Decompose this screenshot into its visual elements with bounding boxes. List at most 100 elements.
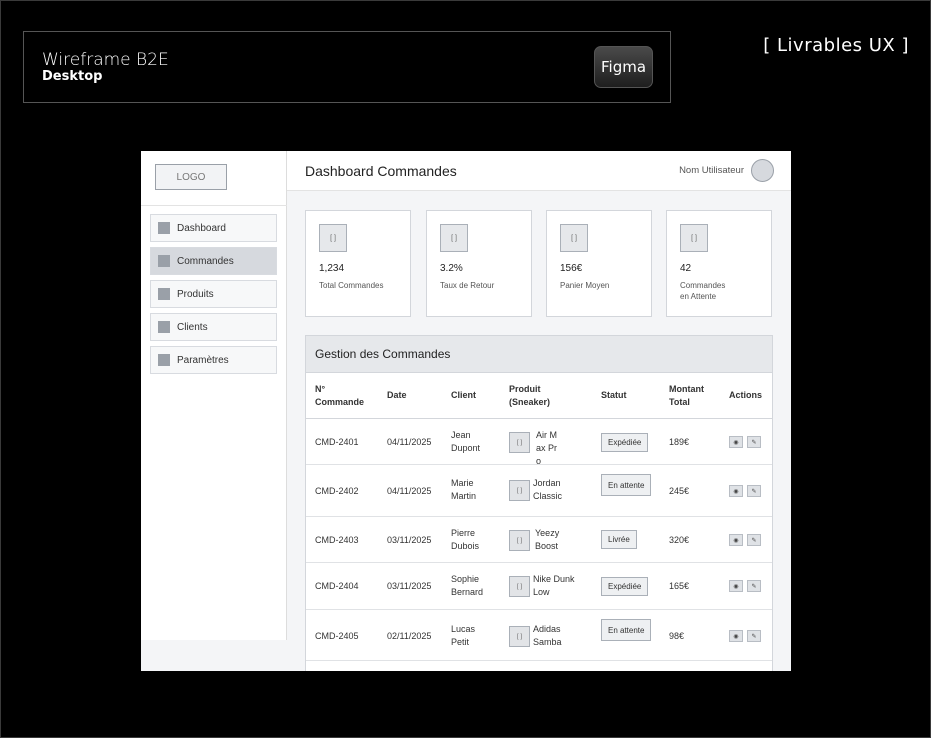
eye-icon[interactable]: ◉ bbox=[729, 534, 743, 546]
eye-icon[interactable]: ◉ bbox=[729, 630, 743, 642]
order-id: CMD-2402 bbox=[315, 486, 359, 496]
avatar[interactable] bbox=[751, 159, 774, 182]
order-id: CMD-2403 bbox=[315, 535, 359, 545]
kpi-value: 3.2% bbox=[440, 263, 463, 274]
status-badge: En attente bbox=[601, 474, 652, 496]
order-product: Yeezy Boost bbox=[535, 528, 560, 551]
kpi-label: Panier Moyen bbox=[560, 281, 610, 290]
order-amount: 320€ bbox=[669, 535, 690, 545]
nav-square-icon bbox=[158, 222, 170, 234]
order-amount: 165€ bbox=[669, 581, 690, 591]
table-row[interactable]: CMD-2405 02/11/2025 Lucas Petit [ ] Adid… bbox=[306, 610, 772, 661]
sidebar-item-commandes[interactable]: Commandes bbox=[150, 247, 277, 275]
product-thumbnail: [ ] bbox=[509, 432, 530, 453]
status-badge: Expédiée bbox=[601, 577, 649, 596]
sidebar-item-parametres[interactable]: Paramètres bbox=[150, 346, 277, 374]
order-date: 02/11/2025 bbox=[387, 631, 432, 641]
kpi-value: 1,234 bbox=[319, 263, 345, 274]
eye-icon[interactable]: ◉ bbox=[729, 580, 743, 592]
table-row[interactable]: CMD-2401 04/11/2025 Jean Dupont [ ] Air … bbox=[306, 419, 772, 466]
orders-table-title: Gestion des Commandes bbox=[315, 347, 451, 361]
eye-icon[interactable]: ◉ bbox=[729, 485, 743, 497]
kpi-card-total-commandes: [ ] 1,234 Total Commandes bbox=[305, 210, 411, 317]
sidebar-item-produits[interactable]: Produits bbox=[150, 280, 277, 308]
order-date: 04/11/2025 bbox=[387, 437, 432, 447]
col-header-order-number: N° Commande bbox=[315, 384, 365, 407]
order-amount: 245€ bbox=[669, 486, 690, 496]
kpi-card-taux-retour: [ ] 3.2% Taux de Retour bbox=[426, 210, 532, 317]
status-badge: Expédiée bbox=[601, 433, 649, 452]
order-amount: 189€ bbox=[669, 437, 690, 447]
figma-badge: Figma bbox=[594, 46, 653, 88]
order-date: 04/11/2025 bbox=[387, 486, 432, 496]
header-title: Wireframe B2E bbox=[42, 50, 169, 70]
edit-icon[interactable]: ✎ bbox=[747, 630, 761, 642]
kpi-label: Commandes en Attente bbox=[680, 281, 726, 301]
order-client: Pierre Dubois bbox=[451, 528, 480, 551]
edit-icon[interactable]: ✎ bbox=[747, 436, 761, 448]
table-row[interactable]: CMD-2403 03/11/2025 Pierre Dubois [ ] Ye… bbox=[306, 517, 772, 563]
kpi-placeholder-icon: [ ] bbox=[560, 224, 588, 252]
order-product: Jordan Classic bbox=[533, 478, 563, 501]
order-product: Nike Dunk Low bbox=[533, 574, 575, 597]
kpi-label: Total Commandes bbox=[319, 281, 384, 290]
order-date: 03/11/2025 bbox=[387, 581, 432, 591]
product-thumbnail: [ ] bbox=[509, 530, 530, 551]
header-subtitle: Desktop bbox=[42, 69, 103, 84]
col-header-actions: Actions bbox=[729, 390, 763, 400]
edit-icon[interactable]: ✎ bbox=[747, 534, 761, 546]
topbar: Dashboard Commandes Nom Utilisateur bbox=[287, 151, 791, 191]
kpi-value: 42 bbox=[680, 263, 692, 274]
col-header-status: Statut bbox=[601, 390, 627, 400]
col-header-client: Client bbox=[451, 390, 477, 400]
table-header: N° Commande Date Client Produit (Sneaker… bbox=[306, 373, 772, 419]
table-row[interactable]: CMD-2404 03/11/2025 Sophie Bernard [ ] N… bbox=[306, 563, 772, 610]
product-thumbnail: [ ] bbox=[509, 576, 530, 597]
sidebar-item-dashboard[interactable]: Dashboard bbox=[150, 214, 277, 242]
table-row[interactable]: CMD-2402 04/11/2025 Marie Martin [ ] Jor… bbox=[306, 465, 772, 517]
nav-square-icon bbox=[158, 321, 170, 333]
order-date: 03/11/2025 bbox=[387, 535, 432, 545]
sidebar: LOGO Dashboard Commandes Produits Client… bbox=[141, 151, 287, 640]
kpi-value: 156€ bbox=[560, 263, 583, 274]
nav-square-icon bbox=[158, 288, 170, 300]
kpi-label: Taux de Retour bbox=[440, 281, 495, 290]
order-client: Jean Dupont bbox=[451, 430, 481, 453]
order-product: Air Max Pro bbox=[536, 430, 558, 466]
deliverables-label: [ Livrables UX ] bbox=[763, 35, 909, 56]
product-thumbnail: [ ] bbox=[509, 480, 530, 501]
col-header-product: Produit (Sneaker) bbox=[509, 384, 551, 407]
order-amount: 98€ bbox=[669, 631, 685, 641]
col-header-date: Date bbox=[387, 390, 407, 400]
orders-table-heading: Gestion des Commandes bbox=[306, 336, 772, 373]
eye-icon[interactable]: ◉ bbox=[729, 436, 743, 448]
kpi-placeholder-icon: [ ] bbox=[680, 224, 708, 252]
sidebar-item-label: Dashboard bbox=[177, 222, 226, 234]
order-id: CMD-2405 bbox=[315, 631, 359, 641]
order-client: Marie Martin bbox=[451, 478, 477, 501]
edit-icon[interactable]: ✎ bbox=[747, 580, 761, 592]
kpi-card-commandes-attente: [ ] 42 Commandes en Attente bbox=[666, 210, 772, 317]
edit-icon[interactable]: ✎ bbox=[747, 485, 761, 497]
user-name[interactable]: Nom Utilisateur bbox=[679, 165, 744, 176]
kpi-placeholder-icon: [ ] bbox=[440, 224, 468, 252]
nav-square-icon bbox=[158, 354, 170, 366]
wireframe-canvas: LOGO Dashboard Commandes Produits Client… bbox=[141, 151, 791, 671]
sidebar-item-label: Produits bbox=[177, 288, 214, 300]
status-badge: En attente bbox=[601, 619, 652, 641]
product-thumbnail: [ ] bbox=[509, 626, 530, 647]
nav-square-icon bbox=[158, 255, 170, 267]
logo-area: LOGO bbox=[141, 151, 287, 206]
logo: LOGO bbox=[155, 164, 227, 190]
order-client: Sophie Bernard bbox=[451, 574, 484, 597]
sidebar-item-label: Paramètres bbox=[177, 354, 229, 366]
order-id: CMD-2401 bbox=[315, 437, 359, 447]
sidebar-item-label: Clients bbox=[177, 321, 208, 333]
header-card: Wireframe B2E Desktop Figma bbox=[23, 31, 671, 103]
kpi-card-panier-moyen: [ ] 156€ Panier Moyen bbox=[546, 210, 652, 317]
status-badge: Livrée bbox=[601, 530, 637, 549]
sidebar-item-clients[interactable]: Clients bbox=[150, 313, 277, 341]
order-product: Adidas Samba bbox=[533, 624, 562, 647]
page-title: Dashboard Commandes bbox=[305, 163, 457, 179]
order-id: CMD-2404 bbox=[315, 581, 359, 591]
